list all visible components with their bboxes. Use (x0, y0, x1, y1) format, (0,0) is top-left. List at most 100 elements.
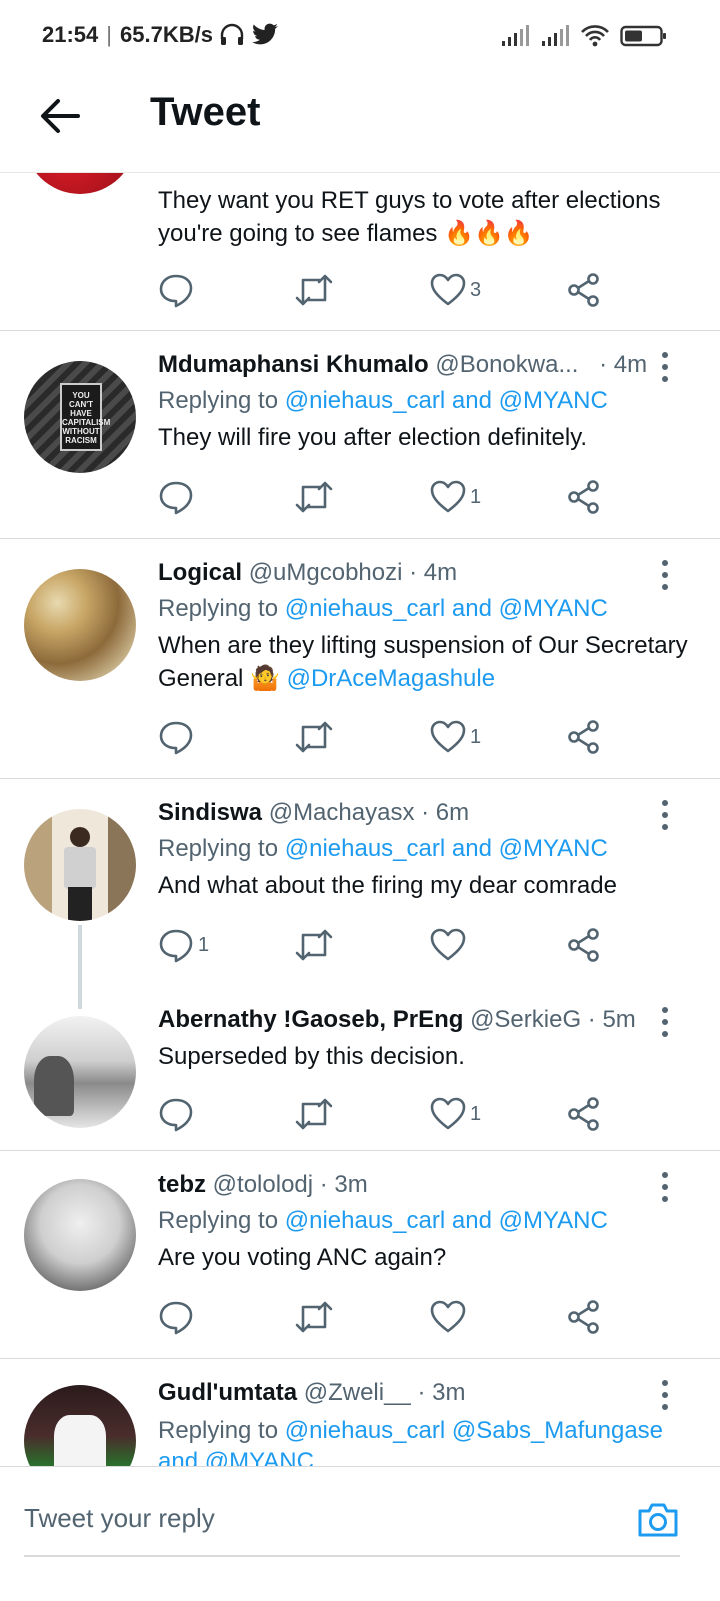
input-underline (24, 1555, 680, 1557)
like-button[interactable]: 1 (430, 477, 481, 517)
tweet-text: Superseded by this decision. (158, 1043, 465, 1070)
more-options-icon[interactable] (660, 1379, 670, 1411)
back-arrow-icon[interactable] (38, 94, 82, 138)
reply-icon (159, 1301, 193, 1335)
reply-button[interactable] (158, 1094, 194, 1134)
author-name[interactable]: Sindiswa (158, 799, 262, 826)
like-button[interactable]: 1 (430, 717, 481, 757)
more-options-icon[interactable] (660, 351, 670, 383)
share-button[interactable] (566, 925, 602, 965)
more-options-icon[interactable] (660, 799, 670, 831)
reply-mentions[interactable]: @niehaus_carl and @MYANC (285, 387, 608, 414)
author-name[interactable]: Abernathy !Gaoseb, PrEng (158, 1006, 463, 1033)
retweet-icon (295, 274, 333, 306)
camera-icon[interactable] (636, 1497, 680, 1541)
replying-to-label: Replying to (158, 1207, 285, 1234)
share-icon (568, 1300, 599, 1334)
reply-button[interactable]: 1 (158, 925, 209, 965)
like-button[interactable] (430, 925, 466, 965)
reply-mentions[interactable]: @niehaus_carl and @MYANC (285, 595, 608, 622)
reply-input[interactable]: Tweet your reply (24, 1503, 215, 1534)
author-handle[interactable]: @Machayasx (269, 799, 415, 826)
tweet-actions: 1 (158, 925, 618, 965)
avatar[interactable] (24, 809, 136, 921)
reply-mentions[interactable]: @niehaus_carl and @MYANC (285, 1207, 608, 1234)
share-button[interactable] (566, 1094, 602, 1134)
share-button[interactable] (566, 270, 602, 310)
tweet-header: Sindiswa @Machayasx · 6m (158, 799, 469, 827)
reply-mentions[interactable]: @niehaus_carl and @MYANC (285, 835, 608, 862)
reply-button[interactable] (158, 477, 194, 517)
author-handle[interactable]: @Zweli__ (304, 1379, 411, 1406)
retweet-icon (295, 929, 333, 961)
author-name[interactable]: Mdumaphansi Khumalo (158, 351, 429, 378)
timestamp: · 4m (599, 351, 648, 378)
author-handle[interactable]: @Bonokwa... (435, 351, 578, 378)
more-options-icon[interactable] (660, 559, 670, 591)
replying-to: Replying to @niehaus_carl and @MYANC (158, 1207, 608, 1235)
reply-feed[interactable]: They want you RET guys to vote after ele… (0, 172, 720, 1492)
retweet-button[interactable] (294, 270, 334, 310)
signal-icon (502, 25, 529, 46)
more-options-icon[interactable] (660, 1171, 670, 1203)
timestamp: · 5m (587, 1006, 636, 1033)
retweet-button[interactable] (294, 1297, 334, 1337)
like-button[interactable]: 1 (430, 1094, 481, 1134)
tweet-header: Gudl'umtata @Zweli__ · 3m (158, 1379, 465, 1407)
avatar[interactable] (24, 172, 136, 194)
more-options-icon[interactable] (660, 1006, 670, 1038)
share-button[interactable] (566, 477, 602, 517)
retweet-button[interactable] (294, 477, 334, 517)
retweet-button[interactable] (294, 1094, 334, 1134)
avatar[interactable] (24, 569, 136, 681)
reply-button[interactable] (158, 270, 194, 310)
divider (0, 1358, 720, 1359)
heart-icon (430, 928, 466, 961)
reply-icon (159, 721, 193, 755)
tweet-text: And what about the firing my dear comrad… (158, 872, 617, 899)
share-button[interactable] (566, 717, 602, 757)
like-count: 1 (470, 725, 482, 748)
headphones-icon (220, 23, 244, 45)
author-name[interactable]: tebz (158, 1171, 206, 1198)
retweet-button[interactable] (294, 925, 334, 965)
mention-link[interactable]: @DrAceMagashule (287, 665, 495, 692)
tweet-text: They will fire you after election defini… (158, 424, 588, 451)
retweet-button[interactable] (294, 717, 334, 757)
timestamp: · 4m (409, 559, 458, 586)
tweet-header: Mdumaphansi Khumalo @Bonokwa... · 4m (158, 351, 647, 379)
tweet-actions: 3 (158, 270, 618, 310)
share-icon (568, 1097, 599, 1131)
like-button[interactable] (430, 1297, 466, 1337)
retweet-icon (295, 1301, 333, 1333)
reply-icon (159, 1098, 193, 1132)
avatar[interactable] (24, 1016, 136, 1128)
divider (0, 538, 720, 539)
tweet-header: Abernathy !Gaoseb, PrEng @SerkieG · 5m (158, 1006, 636, 1034)
author-handle[interactable]: @SerkieG (470, 1006, 581, 1033)
reply-button[interactable] (158, 1297, 194, 1337)
author-handle[interactable]: @uMgcobhozi (249, 559, 403, 586)
author-name[interactable]: Logical (158, 559, 242, 586)
wifi-icon (581, 25, 609, 47)
replying-to-label: Replying to (158, 387, 285, 414)
avatar[interactable] (24, 1179, 136, 1291)
author-name[interactable]: Gudl'umtata (158, 1379, 297, 1406)
like-count: 1 (470, 1102, 482, 1125)
reply-button[interactable] (158, 717, 194, 757)
reply-count: 1 (198, 933, 210, 956)
avatar[interactable]: YOU CAN'T HAVE CAPITALISM WITHOUT RACISM (24, 361, 136, 473)
like-button[interactable]: 3 (430, 270, 481, 310)
author-handle[interactable]: @tololodj (213, 1171, 313, 1198)
twitter-bird-icon (252, 23, 278, 45)
timestamp: · 3m (319, 1171, 368, 1198)
replying-to-label: Replying to (158, 835, 285, 862)
share-button[interactable] (566, 1297, 602, 1337)
like-count: 1 (470, 485, 482, 508)
reply-icon (159, 929, 193, 963)
retweet-icon (295, 721, 333, 753)
replying-to-label: Replying to (158, 595, 285, 622)
replying-to: Replying to @niehaus_carl and @MYANC (158, 595, 608, 623)
status-bar: 21:54 | 65.7KB/s (0, 0, 720, 72)
replying-to: Replying to @niehaus_carl and @MYANC (158, 387, 608, 415)
